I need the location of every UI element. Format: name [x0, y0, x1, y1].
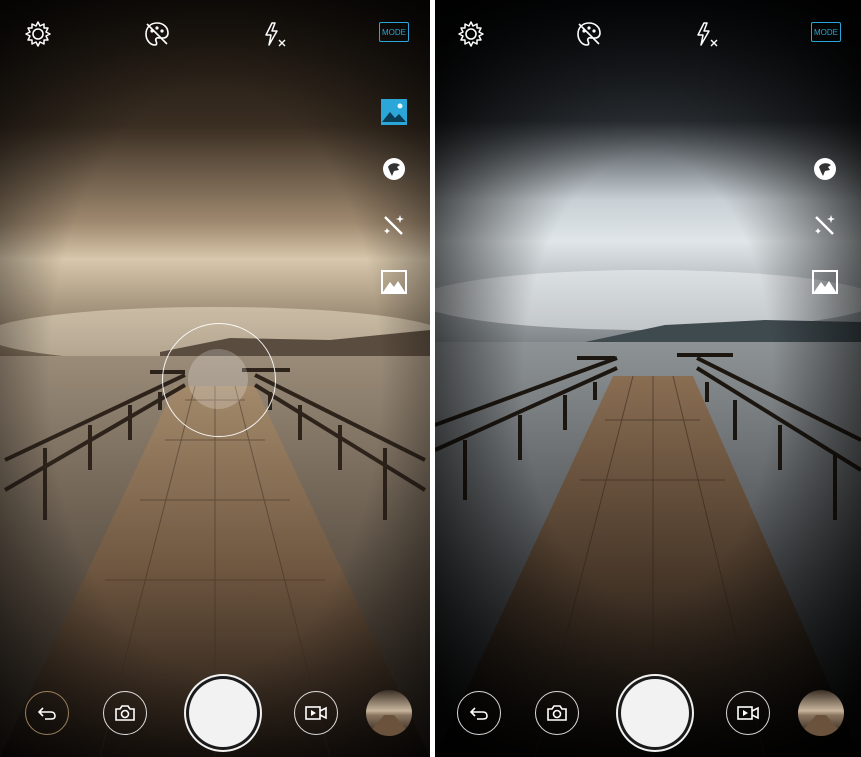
back-button[interactable] — [457, 691, 501, 735]
bottom-toolbar — [0, 677, 430, 757]
camera-viewfinder-sepia[interactable]: MODE — [0, 0, 430, 757]
video-mode-button[interactable] — [726, 691, 770, 735]
flash-off-icon[interactable] — [690, 18, 722, 50]
top-toolbar: MODE — [0, 0, 430, 72]
camera-switch-button[interactable] — [103, 691, 147, 735]
thumbnail-image — [798, 690, 844, 736]
landscape-mode-icon[interactable] — [380, 98, 408, 126]
viewfinder-image — [435, 0, 861, 757]
gallery-thumbnail[interactable] — [798, 690, 844, 736]
top-toolbar: MODE — [435, 0, 861, 72]
gear-icon[interactable] — [22, 18, 54, 50]
mode-button[interactable]: MODE — [811, 22, 841, 42]
focus-indicator-center — [188, 349, 248, 409]
video-icon — [737, 706, 759, 720]
back-icon — [469, 707, 488, 720]
video-mode-button[interactable] — [294, 691, 338, 735]
video-icon — [305, 706, 327, 720]
back-button[interactable] — [25, 691, 69, 735]
bottom-toolbar — [435, 677, 861, 757]
panorama-icon[interactable] — [811, 268, 839, 296]
camera-viewfinder-cool[interactable]: MODE — [435, 0, 861, 757]
panorama-icon[interactable] — [380, 268, 408, 296]
mode-button[interactable]: MODE — [379, 22, 409, 42]
magic-wand-icon[interactable] — [811, 211, 839, 239]
camera-switch-button[interactable] — [535, 691, 579, 735]
palette-off-icon[interactable] — [141, 18, 173, 50]
portrait-beauty-icon[interactable] — [811, 155, 839, 183]
camera-icon — [115, 705, 135, 721]
portrait-beauty-icon[interactable] — [380, 155, 408, 183]
thumbnail-image — [366, 690, 412, 736]
shutter-button[interactable] — [621, 679, 689, 747]
camera-icon — [547, 705, 567, 721]
palette-off-icon[interactable] — [573, 18, 605, 50]
gear-icon[interactable] — [455, 18, 487, 50]
gallery-thumbnail[interactable] — [366, 690, 412, 736]
back-icon — [37, 707, 56, 720]
flash-off-icon[interactable] — [258, 18, 290, 50]
magic-wand-icon[interactable] — [380, 211, 408, 239]
shutter-button[interactable] — [189, 679, 257, 747]
